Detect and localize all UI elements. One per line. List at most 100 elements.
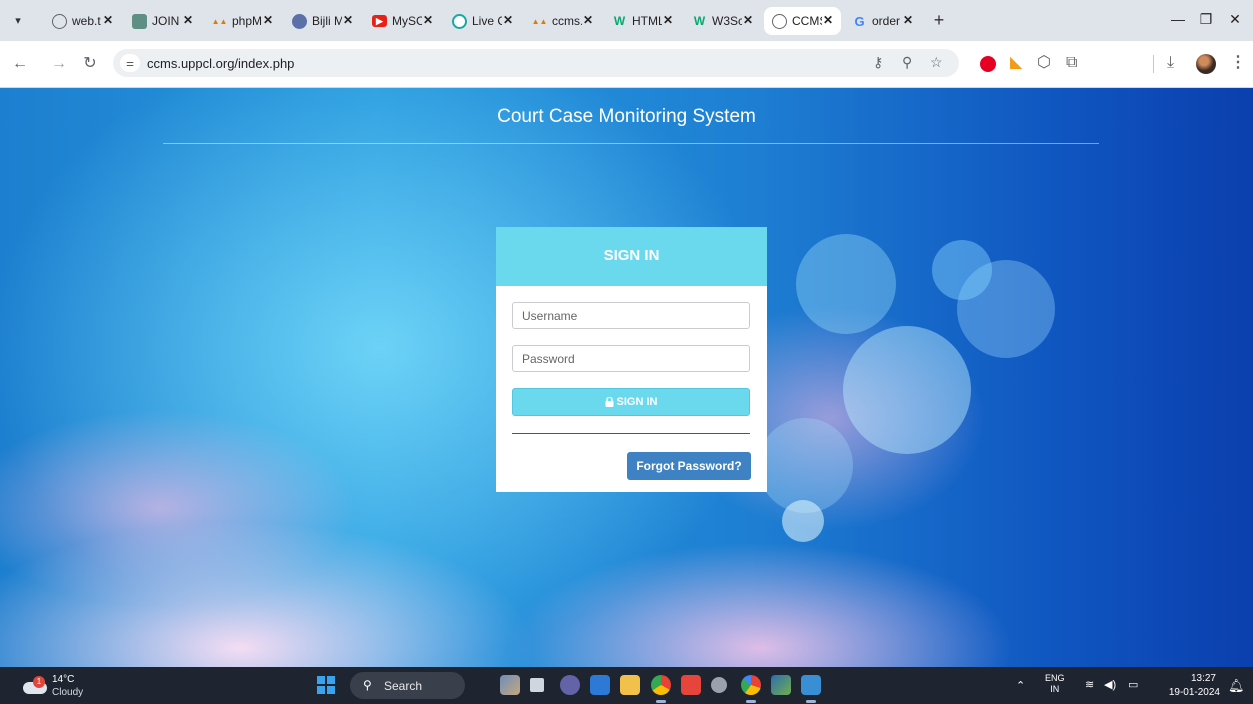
bijli-icon: [292, 13, 307, 29]
close-icon[interactable]: ✕: [423, 13, 433, 27]
close-icon[interactable]: ✕: [743, 13, 753, 27]
task-view-icon[interactable]: [530, 678, 544, 692]
people-app-icon[interactable]: [500, 675, 520, 695]
tab-title: order: [872, 14, 901, 28]
teams-chat-icon[interactable]: [560, 675, 580, 695]
tab-mysc[interactable]: ▶ MySC ✕: [364, 7, 441, 35]
windows-start-icon[interactable]: [317, 676, 335, 694]
close-icon[interactable]: ✕: [343, 13, 353, 27]
window-close-icon[interactable]: ✕: [1225, 11, 1245, 28]
language-line2: IN: [1050, 684, 1060, 694]
notification-bell-icon[interactable]: 🔔︎: [1228, 678, 1245, 694]
page-title: Court Case Monitoring System: [497, 106, 756, 127]
taskbar: 1 14°C Cloudy ⚲ Search ⌃ ENG IN ≋ ◀) ▭ 1…: [0, 667, 1253, 704]
extensions-puzzle-icon[interactable]: ⧉: [1066, 54, 1077, 72]
close-icon[interactable]: ✕: [503, 13, 513, 27]
pinterest-icon[interactable]: [980, 56, 996, 72]
running-indicator: [806, 700, 816, 703]
wifi-icon[interactable]: ≋: [1085, 678, 1094, 691]
tab-title: web.t: [72, 14, 101, 28]
chrome-icon[interactable]: [651, 675, 671, 695]
store-icon[interactable]: [590, 675, 610, 695]
site-info-icon[interactable]: ⚌: [120, 54, 140, 72]
back-arrow-icon[interactable]: ←: [10, 55, 30, 73]
tab-title: HTML: [632, 14, 662, 28]
sign-in-button[interactable]: SIGN IN: [512, 388, 750, 416]
web-page: Court Case Monitoring System SIGN IN SIG…: [0, 88, 1253, 667]
address-bar[interactable]: ⚌ ccms.uppcl.org/index.php ⚷ ⚲ ☆: [113, 49, 959, 77]
tab-order[interactable]: G order ✕: [844, 7, 921, 35]
tab-title: Live C: [472, 14, 502, 28]
tab-title: ccms.: [552, 14, 582, 28]
close-icon[interactable]: ✕: [103, 13, 113, 27]
restore-icon[interactable]: ❐: [1196, 11, 1216, 28]
google-icon: G: [854, 13, 865, 29]
tab-ccms-active[interactable]: CCMS ✕: [764, 7, 841, 35]
search-icon: ⚲: [363, 678, 372, 692]
close-icon[interactable]: ✕: [263, 13, 273, 27]
weather-cloud-icon[interactable]: 1: [23, 676, 49, 694]
bokeh-bubble: [758, 418, 853, 513]
username-input[interactable]: [512, 302, 750, 329]
tray-overflow-chevron-icon[interactable]: ⌃: [1016, 679, 1025, 692]
weather-condition[interactable]: Cloudy: [52, 687, 83, 698]
join-icon: [132, 13, 147, 29]
taskbar-search-box[interactable]: ⚲ Search: [350, 672, 465, 699]
tab-search-chevron-icon[interactable]: ▾: [8, 11, 28, 31]
header-divider: [163, 143, 1099, 144]
file-explorer-icon[interactable]: [620, 675, 640, 695]
download-icon[interactable]: ⤓: [1167, 54, 1174, 72]
close-icon[interactable]: ✕: [823, 13, 833, 27]
globe-icon: [52, 13, 67, 29]
extension-hex-icon[interactable]: ⬡: [1037, 54, 1051, 72]
clock-date[interactable]: 19-01-2024: [1158, 687, 1220, 698]
weather-temp[interactable]: 14°C: [52, 674, 74, 685]
language-indicator[interactable]: ENG IN: [1045, 673, 1065, 695]
bookmark-star-icon[interactable]: ☆: [930, 54, 943, 71]
tab-title: phpM: [232, 14, 262, 28]
tab-bijli[interactable]: Bijli M ✕: [284, 7, 361, 35]
battery-icon[interactable]: ▭: [1128, 678, 1138, 691]
tab-list: web.t ✕ JOIN ✕ ▲▲ phpM ✕ Bijli M ✕ ▶ MyS…: [44, 7, 951, 35]
tab-phpmyadmin[interactable]: ▲▲ phpM ✕: [204, 7, 281, 35]
clock-time[interactable]: 13:27: [1168, 673, 1216, 684]
volume-icon[interactable]: ◀): [1104, 678, 1116, 691]
minimize-icon[interactable]: —: [1168, 11, 1188, 27]
language-line1: ENG: [1045, 673, 1065, 683]
running-indicator: [746, 700, 756, 703]
git-client-icon[interactable]: [681, 675, 701, 695]
url-text[interactable]: ccms.uppcl.org/index.php: [147, 56, 294, 71]
globe-icon: [772, 13, 787, 29]
bokeh-bubble: [796, 234, 896, 334]
search-label: Search: [384, 679, 423, 693]
tab-join[interactable]: JOIN ✕: [124, 7, 201, 35]
bokeh-bubble: [843, 326, 971, 454]
tab-html[interactable]: W HTML ✕: [604, 7, 681, 35]
close-icon[interactable]: ✕: [583, 13, 593, 27]
profile-avatar[interactable]: [1196, 54, 1216, 74]
chrome-canary-icon[interactable]: [741, 675, 761, 695]
tab-web[interactable]: web.t ✕: [44, 7, 121, 35]
password-input[interactable]: [512, 345, 750, 372]
tab-title: JOIN: [152, 14, 180, 28]
forgot-password-button[interactable]: Forgot Password?: [627, 452, 751, 480]
password-key-icon[interactable]: ⚷: [873, 54, 883, 71]
zoom-icon[interactable]: ⚲: [902, 54, 912, 71]
extension-fox-icon[interactable]: ◣: [1010, 54, 1022, 72]
close-icon[interactable]: ✕: [903, 13, 913, 27]
reload-icon[interactable]: ↻: [80, 55, 100, 73]
forward-arrow-icon[interactable]: →: [49, 55, 69, 73]
w3schools-icon: W: [693, 14, 706, 28]
lock-icon: [605, 397, 614, 407]
tab-title: W3Sc: [712, 14, 742, 28]
tab-w3schools[interactable]: W W3Sc ✕: [684, 7, 761, 35]
close-icon[interactable]: ✕: [663, 13, 673, 27]
tab-live[interactable]: Live C ✕: [444, 7, 521, 35]
new-tab-button[interactable]: +: [927, 9, 951, 33]
app-icon[interactable]: [771, 675, 791, 695]
tab-ccms-pma[interactable]: ▲▲ ccms. ✕: [524, 7, 601, 35]
code-editor-icon[interactable]: [801, 675, 821, 695]
settings-gear-icon[interactable]: [711, 677, 727, 693]
close-icon[interactable]: ✕: [183, 13, 193, 27]
menu-kebab-icon[interactable]: ⋮: [1230, 54, 1246, 72]
